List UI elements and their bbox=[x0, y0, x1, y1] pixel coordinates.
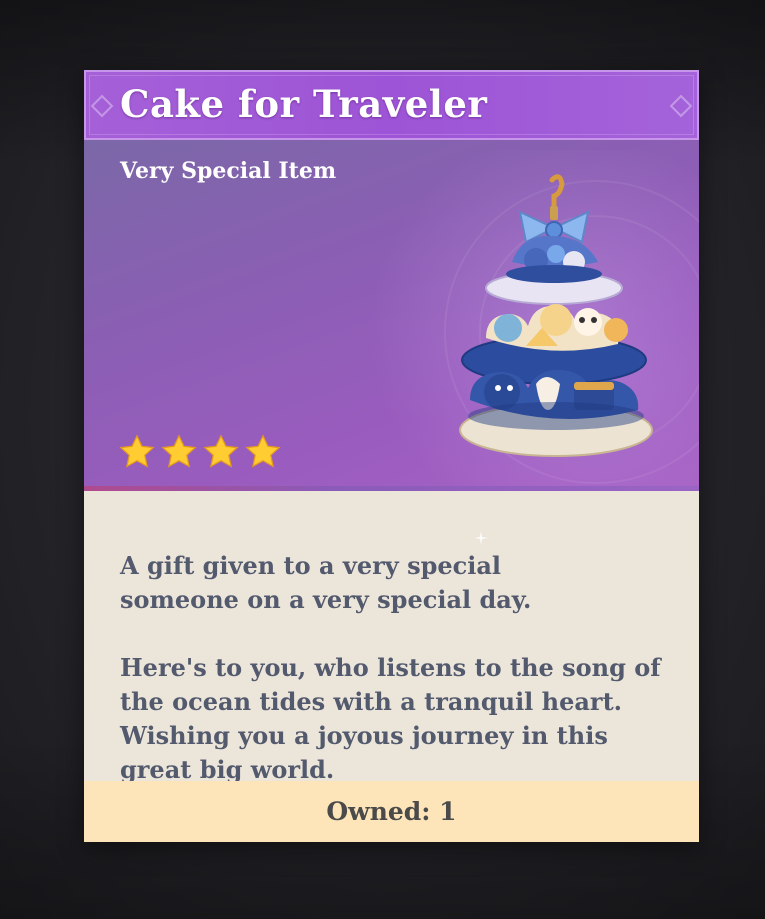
star-icon bbox=[203, 434, 239, 468]
description-paragraph-2: Here's to you, who listens to the song o… bbox=[120, 653, 661, 716]
title-bar: Cake for Traveler bbox=[84, 70, 699, 140]
star-icon bbox=[245, 434, 281, 468]
description-paragraph-1: A gift given to a very special someone o… bbox=[120, 551, 532, 614]
item-name: Cake for Traveler bbox=[120, 82, 488, 126]
title-ornament-right-icon bbox=[669, 94, 693, 118]
item-hero-panel: Very Special Item bbox=[84, 140, 699, 491]
owned-count-bar: Owned: 1 bbox=[84, 781, 699, 842]
tiered-cake-icon bbox=[456, 170, 656, 470]
item-description-panel: A gift given to a very special someone o… bbox=[84, 491, 699, 797]
title-ornament-left-icon bbox=[90, 94, 114, 118]
item-tooltip-card: Cake for Traveler Very Special Item A gi… bbox=[84, 70, 699, 842]
rarity-stars bbox=[118, 433, 282, 471]
item-type: Very Special Item bbox=[120, 158, 337, 184]
owned-count: Owned: 1 bbox=[326, 797, 457, 826]
item-description: A gift given to a very special someone o… bbox=[120, 549, 680, 787]
sparkle-icon bbox=[474, 531, 488, 545]
star-icon bbox=[161, 434, 197, 468]
description-paragraph-3: Wishing you a joyous journey in this gre… bbox=[120, 721, 608, 784]
star-icon bbox=[119, 434, 155, 468]
